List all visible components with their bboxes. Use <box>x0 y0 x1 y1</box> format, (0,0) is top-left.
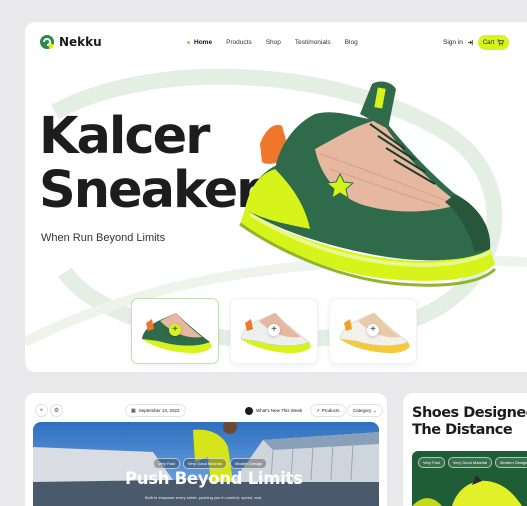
settings-icon[interactable]: ⚙ <box>50 404 63 417</box>
calendar-icon: ▦ <box>131 407 136 414</box>
category-label: Category <box>353 408 372 413</box>
date-chip[interactable]: ▦ September 13, 2023 <box>125 404 186 417</box>
login-arrow-icon <box>467 39 473 46</box>
secondary-card: Shoes Designed The Distance Very Fast Ve… <box>403 393 527 506</box>
thumbnail-card[interactable]: + <box>329 298 417 364</box>
products-label: Products <box>321 408 340 413</box>
nav-home-label: Home <box>194 39 213 46</box>
products-dropdown[interactable]: ↗ Products <box>310 404 346 417</box>
nav-testimonials[interactable]: Testimonials <box>295 39 331 46</box>
add-icon[interactable]: + <box>169 324 181 336</box>
nav-blog[interactable]: Blog <box>345 39 358 46</box>
chevron-down-icon: ⌄ <box>373 407 378 413</box>
cart-label: Cart <box>482 39 495 46</box>
feature-tag[interactable]: Very Fast <box>153 458 180 469</box>
secondary-title-line2: The Distance <box>412 422 513 438</box>
thumbnail-row: + + + <box>131 298 428 364</box>
hero-tagline: When Run Beyond Limits <box>41 232 166 244</box>
whats-new-label: What's New This Week <box>256 408 303 413</box>
feature-tag[interactable]: Modern Design <box>230 458 268 469</box>
signin-link[interactable]: Sign in <box>443 39 474 46</box>
category-dropdown[interactable]: Category ⌄ <box>347 404 384 417</box>
brand-logo[interactable]: Nekku <box>39 34 102 50</box>
add-icon[interactable]: + <box>268 324 280 336</box>
feature-tag[interactable]: Modern Design <box>495 457 527 468</box>
nav-shop[interactable]: Shop <box>266 39 281 46</box>
cart-button[interactable]: Cart <box>478 35 509 50</box>
hero-sneaker-image <box>239 81 497 287</box>
active-dot-icon <box>187 41 190 44</box>
add-icon[interactable]: + <box>367 324 379 336</box>
thumbnail-card[interactable]: + <box>230 298 318 364</box>
brand-name: Nekku <box>59 35 102 49</box>
thumbnail-card[interactable]: + <box>131 298 219 364</box>
main-nav: Home Products Shop Testimonials Blog <box>187 39 372 46</box>
feature-tags: Very Fast Very Good Material Modern Desi… <box>153 458 270 469</box>
date-label: September 13, 2023 <box>138 408 180 413</box>
feature-tag[interactable]: Very Good Material <box>182 458 228 469</box>
whats-new-chip[interactable]: What's New This Week <box>245 404 307 417</box>
close-icon[interactable]: × <box>35 404 48 417</box>
featured-banner: Very Fast Very Good Material Modern Desi… <box>33 422 379 506</box>
feature-tag[interactable]: Very Good Material <box>447 457 493 468</box>
nav-products[interactable]: Products <box>226 39 252 46</box>
secondary-tags: Very Fast Very Good Material Modern Desi… <box>418 457 527 468</box>
featured-title: Push Beyond Limits <box>125 469 303 488</box>
signin-label: Sign in <box>443 39 463 46</box>
cart-icon <box>497 39 505 46</box>
leaf-logo-icon <box>40 35 54 49</box>
news-icon <box>245 406 253 415</box>
secondary-title: Shoes Designed The Distance <box>412 405 527 439</box>
trend-icon: ↗ <box>316 407 320 413</box>
feature-tag[interactable]: Very Fast <box>418 457 445 468</box>
featured-subtitle: Built to empower every stride, pushing y… <box>145 495 262 500</box>
featured-card: × ⚙ ▦ September 13, 2023 What's New This… <box>25 393 387 506</box>
secondary-image: Very Fast Very Good Material Modern Desi… <box>412 451 527 506</box>
hero-card: Nekku Home Products Shop Testimonials Bl… <box>25 22 527 372</box>
navbar: Nekku Home Products Shop Testimonials Bl… <box>25 22 527 64</box>
secondary-title-line1: Shoes Designed <box>412 405 527 421</box>
nav-home[interactable]: Home <box>187 39 212 46</box>
